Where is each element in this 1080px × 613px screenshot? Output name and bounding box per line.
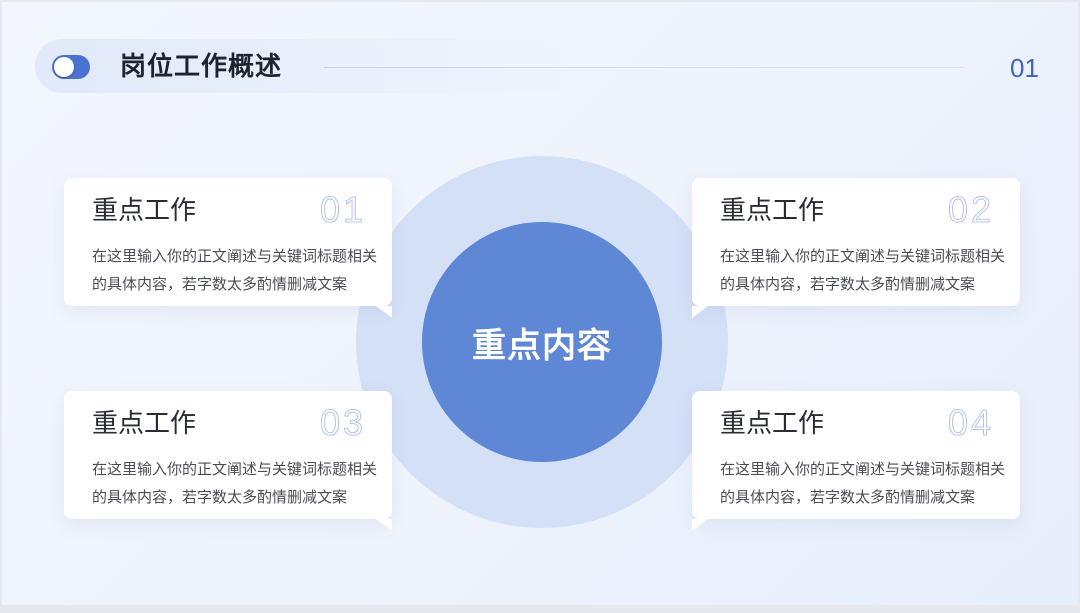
card-number: 04 — [947, 402, 994, 443]
card-pointer — [376, 519, 392, 531]
card-title: 重点工作 — [92, 196, 197, 226]
page-title: 岗位工作概述 — [120, 52, 283, 82]
card-number: 03 — [319, 402, 366, 443]
card-body: 在这里输入你的正文阐述与关键词标题相关的具体内容，若字数太多酌情删减文案 — [92, 247, 378, 293]
card-3: 重点工作 03 在这里输入你的正文阐述与关键词标题相关的具体内容，若字数太多酌情… — [64, 391, 392, 531]
card-pointer — [692, 519, 708, 531]
card-4: 重点工作 04 在这里输入你的正文阐述与关键词标题相关的具体内容，若字数太多酌情… — [692, 391, 1020, 531]
header-divider — [324, 67, 964, 68]
card-body: 在这里输入你的正文阐述与关键词标题相关的具体内容，若字数太多酌情删减文案 — [720, 247, 1006, 293]
card-pointer — [376, 306, 392, 318]
card-title: 重点工作 — [720, 196, 825, 226]
card-pointer — [692, 306, 708, 318]
card-number: 01 — [319, 189, 366, 230]
slide: 岗位工作概述 01 重点内容 重点工作 01 在这里输入你的正文阐述与关键词标题… — [2, 2, 1078, 605]
card-1: 重点工作 01 在这里输入你的正文阐述与关键词标题相关的具体内容，若字数太多酌情… — [64, 178, 392, 318]
center-label: 重点内容 — [472, 325, 612, 366]
card-2: 重点工作 02 在这里输入你的正文阐述与关键词标题相关的具体内容，若字数太多酌情… — [692, 178, 1020, 318]
toggle-knob — [54, 57, 74, 77]
header-bar — [35, 39, 575, 93]
page-number: 01 — [1010, 53, 1039, 83]
card-body: 在这里输入你的正文阐述与关键词标题相关的具体内容，若字数太多酌情删减文案 — [92, 460, 378, 506]
toggle-switch-icon — [52, 55, 90, 79]
card-body: 在这里输入你的正文阐述与关键词标题相关的具体内容，若字数太多酌情删减文案 — [720, 460, 1006, 506]
card-title: 重点工作 — [92, 409, 197, 439]
center-circle: 重点内容 — [422, 222, 662, 462]
card-title: 重点工作 — [720, 409, 825, 439]
card-number: 02 — [947, 189, 994, 230]
